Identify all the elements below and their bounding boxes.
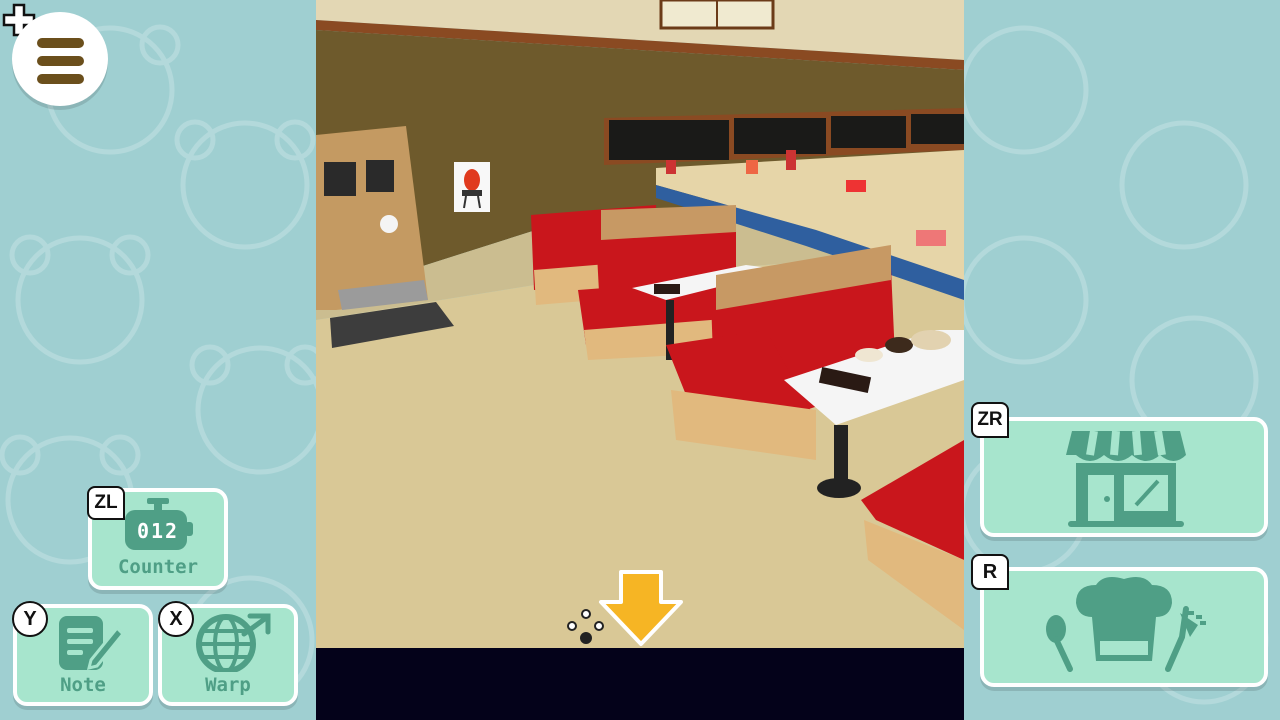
menu-bar-icon bbox=[37, 38, 84, 48]
shop-icon bbox=[1066, 430, 1186, 527]
right-panel: ZR R bbox=[964, 0, 1280, 720]
note-icon bbox=[59, 616, 125, 671]
y-key-tag: Y bbox=[12, 601, 48, 637]
bottom-bar bbox=[316, 648, 964, 720]
warp-label: Warp bbox=[205, 674, 251, 696]
counter-label: Counter bbox=[117, 556, 199, 578]
zr-key-tag: ZR bbox=[971, 402, 1009, 438]
chef-hat-utensils-icon bbox=[1046, 577, 1206, 672]
zl-key-tag: ZL bbox=[87, 486, 125, 520]
r-key-tag: R bbox=[971, 554, 1009, 590]
game-viewport[interactable] bbox=[316, 0, 964, 648]
left-panel: 012 Counter ZL Note Y Warp X bbox=[0, 0, 316, 720]
menu-button[interactable] bbox=[12, 12, 108, 106]
menu-bar-icon bbox=[37, 56, 84, 66]
restaurant-scene bbox=[316, 0, 964, 648]
x-key-tag: X bbox=[158, 601, 194, 637]
menu-bar-icon bbox=[37, 74, 84, 84]
food-menu-button[interactable] bbox=[980, 567, 1268, 687]
note-label: Note bbox=[60, 674, 106, 696]
shop-button[interactable] bbox=[980, 417, 1268, 537]
globe-arrow-icon bbox=[196, 613, 271, 672]
counter-value: 012 bbox=[136, 519, 180, 543]
